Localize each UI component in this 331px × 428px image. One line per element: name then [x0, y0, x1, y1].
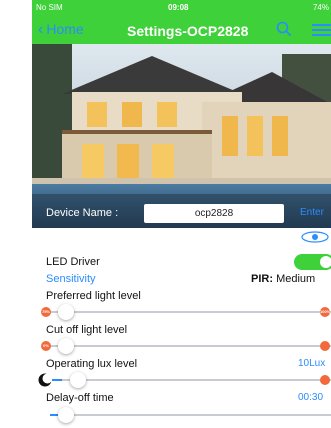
- device-name-label: Device Name :: [46, 207, 119, 219]
- sun-max-icon: [317, 338, 331, 354]
- operating-lux-slider[interactable]: [32, 372, 331, 388]
- search-icon[interactable]: [276, 21, 292, 37]
- house-photo: [32, 44, 331, 228]
- sensitivity-link[interactable]: Sensitivity: [46, 273, 96, 285]
- slider-track: [50, 379, 331, 381]
- delay-off-slider[interactable]: [32, 407, 331, 423]
- delay-off-label: Delay-off time: [46, 392, 114, 404]
- slider-thumb[interactable]: [70, 372, 86, 388]
- back-button[interactable]: ‹ Home: [38, 21, 84, 39]
- slider-thumb[interactable]: [58, 304, 74, 320]
- enter-button[interactable]: Enter: [300, 207, 324, 218]
- pir-setting[interactable]: PIR: Medium: [251, 273, 315, 285]
- slider-track: [50, 311, 331, 313]
- pir-value: Medium: [276, 273, 316, 285]
- operating-lux-label: Operating lux level: [46, 358, 138, 370]
- toggle-knob: [320, 256, 331, 268]
- cutoff-light-label: Cut off light level: [46, 324, 128, 336]
- status-bar: No SIM 09:08 74%: [32, 0, 331, 16]
- navigation-bar: ‹ Home Settings-OCP2828: [32, 16, 331, 44]
- sun-max-icon: [317, 372, 331, 388]
- moon-icon: [38, 373, 52, 387]
- settings-panel: LED Driver Sensitivity PIR: Medium Prefe…: [32, 252, 331, 428]
- slider-track: [50, 345, 331, 347]
- carrier-text: No SIM: [36, 3, 63, 12]
- eye-icon[interactable]: [300, 231, 330, 243]
- sun-min-icon: 0%: [38, 338, 54, 354]
- back-label: Home: [46, 21, 84, 37]
- password-field[interactable]: ******: [182, 229, 205, 240]
- slider-thumb[interactable]: [58, 407, 74, 423]
- password-label: Password :: [46, 229, 101, 241]
- slider-thumb[interactable]: [58, 338, 74, 354]
- led-driver-label: LED Driver: [46, 256, 100, 268]
- sun-max-icon: 100%: [317, 304, 331, 320]
- clock-text: 09:08: [168, 3, 189, 12]
- sensitivity-row: Sensitivity PIR: Medium: [32, 271, 331, 287]
- delay-off-value: 00:30: [298, 392, 324, 403]
- cutoff-light-row: Cut off light level: [32, 322, 331, 338]
- sun-min-icon: 75%: [38, 304, 54, 320]
- page-title: Settings-OCP2828: [127, 23, 249, 39]
- menu-icon[interactable]: [312, 24, 331, 36]
- device-name-input[interactable]: ocp2828: [144, 204, 284, 223]
- chevron-left-icon: ‹: [38, 21, 44, 38]
- pir-label: PIR:: [251, 273, 273, 285]
- phone-screen: No SIM 09:08 74% ‹Home Settings-OCP2828: [32, 0, 331, 428]
- preferred-light-row: Preferred light level: [32, 288, 331, 304]
- operating-lux-row: Operating lux level 10Lux: [32, 356, 331, 372]
- operating-lux-value: 10Lux: [298, 358, 326, 369]
- led-driver-row: LED Driver: [32, 254, 331, 270]
- device-name-row: Device Name : ocp2828 Enter: [32, 203, 331, 225]
- battery-text: 74%: [312, 3, 329, 12]
- delay-off-row: Delay-off time 00:30: [32, 390, 331, 406]
- top-bar: No SIM 09:08 74% ‹ Home Settings-OCP2828: [32, 0, 331, 44]
- slider-track: [50, 414, 331, 416]
- led-driver-toggle[interactable]: [294, 254, 331, 270]
- password-row: Password : ******: [32, 225, 331, 247]
- preferred-light-slider[interactable]: 75% 100%: [32, 304, 331, 320]
- cutoff-light-slider[interactable]: 0%: [32, 338, 331, 354]
- preferred-light-label: Preferred light level: [46, 290, 141, 302]
